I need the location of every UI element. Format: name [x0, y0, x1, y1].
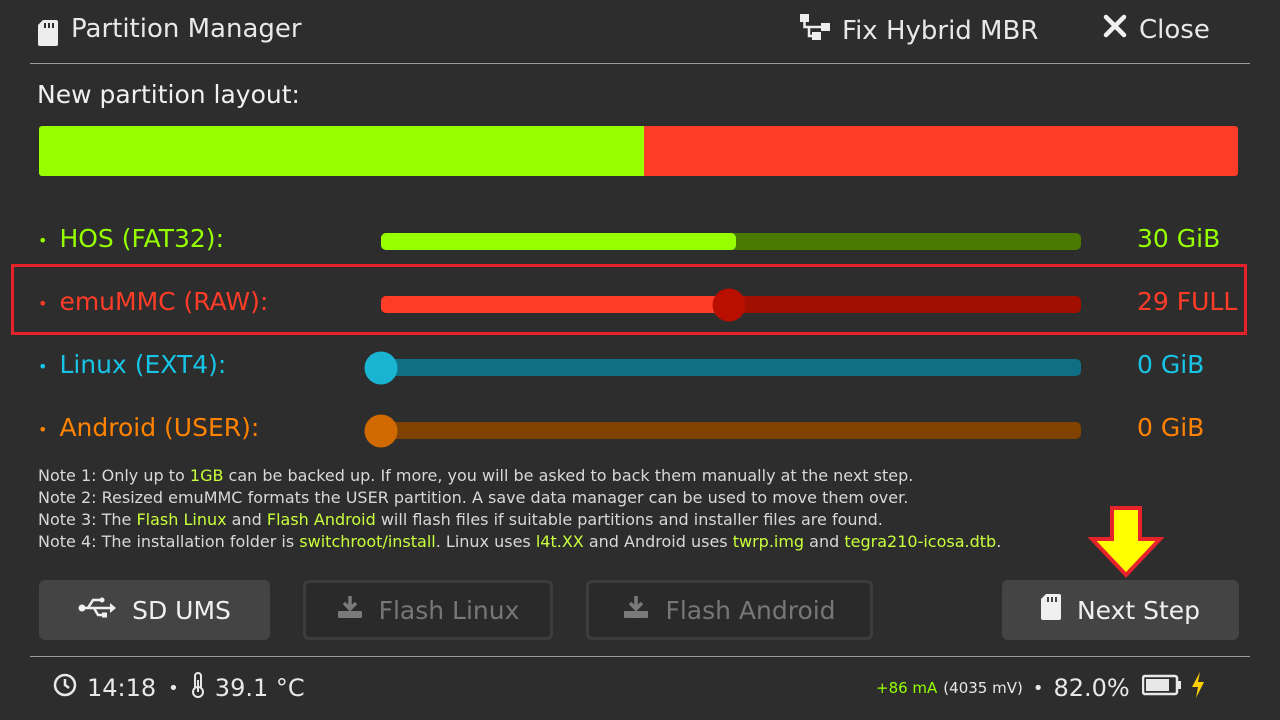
page-title: Partition Manager — [71, 14, 302, 44]
partition-label-emummc: • emuMMC (RAW): — [38, 287, 269, 316]
flash-android-label: Flash Android — [665, 595, 836, 625]
partition-layout-bar — [39, 126, 1238, 176]
partition-label-hos: • HOS (FAT32): — [38, 224, 224, 253]
close-icon — [1103, 14, 1127, 45]
download-icon — [337, 595, 363, 625]
sd-ums-button[interactable]: SD UMS — [39, 580, 270, 640]
slider-knob-emummc[interactable] — [712, 288, 746, 321]
slider-knob-android[interactable] — [364, 414, 398, 447]
sd-card-icon — [38, 20, 58, 46]
partition-label-android: • Android (USER): — [38, 413, 260, 442]
fix-hybrid-mbr-button[interactable]: Fix Hybrid MBR — [800, 14, 1038, 47]
footer-right: +86 mA (4035 mV) • 82.0% — [876, 672, 1206, 704]
clock-icon — [53, 673, 77, 703]
sd-ums-label: SD UMS — [132, 595, 231, 625]
note-4: Note 4: The installation folder is switc… — [38, 532, 1002, 551]
flash-android-button[interactable]: Flash Android — [586, 580, 873, 640]
partition-size-android: 0 GiB — [1137, 413, 1205, 442]
clock-time: 14:18 — [87, 674, 157, 702]
layout-segment-emummc — [644, 126, 1238, 176]
partition-size-hos: 30 GiB — [1137, 224, 1221, 253]
layout-segment-hos — [39, 126, 645, 176]
separator-dot: • — [168, 677, 179, 699]
close-button[interactable]: Close — [1103, 14, 1210, 45]
partition-size-linux: 0 GiB — [1137, 350, 1205, 379]
slider-android[interactable] — [364, 414, 1081, 447]
slider-linux[interactable] — [364, 351, 1081, 384]
note-2: Note 2: Resized emuMMC formats the USER … — [38, 488, 909, 507]
download-icon — [623, 595, 649, 625]
battery-voltage: (4035 mV) — [943, 679, 1023, 697]
header-divider — [30, 63, 1250, 64]
note-3: Note 3: The Flash Linux and Flash Androi… — [38, 510, 883, 529]
arrow-down-icon — [1087, 505, 1165, 583]
fix-hybrid-mbr-label: Fix Hybrid MBR — [842, 15, 1039, 46]
separator-dot: • — [1032, 677, 1044, 699]
footer-divider — [30, 656, 1250, 657]
partition-size-emummc: 29 FULL — [1137, 287, 1238, 316]
note-1: Note 1: Only up to 1GB can be backed up.… — [38, 466, 914, 485]
thermometer-icon — [191, 672, 205, 704]
temperature: 39.1 °C — [214, 674, 305, 702]
usb-icon — [78, 596, 117, 625]
next-step-label: Next Step — [1076, 595, 1201, 625]
slider-emummc[interactable] — [381, 288, 1081, 321]
footer-left: 14:18 • 39.1 °C — [53, 672, 305, 704]
flash-linux-button[interactable]: Flash Linux — [303, 580, 553, 640]
battery-percent: 82.0% — [1053, 674, 1130, 702]
next-step-button[interactable]: Next Step — [1002, 580, 1239, 640]
battery-icon — [1141, 674, 1182, 702]
slider-knob-linux[interactable] — [364, 351, 398, 384]
slider-hos[interactable] — [381, 233, 1081, 250]
notes: Note 1: Only up to 1GB can be backed up.… — [38, 465, 1001, 553]
sd-card-icon — [1040, 594, 1061, 626]
close-label: Close — [1139, 14, 1210, 45]
network-tree-icon — [800, 14, 830, 47]
slider-fill-hos — [381, 233, 736, 250]
slider-fill-emummc — [381, 296, 729, 313]
charging-bolt-icon — [1190, 672, 1206, 704]
partition-label-linux: • Linux (EXT4): — [38, 350, 227, 379]
new-layout-label: New partition layout: — [37, 80, 300, 109]
battery-current: +86 mA — [876, 679, 938, 697]
flash-linux-label: Flash Linux — [378, 595, 520, 625]
